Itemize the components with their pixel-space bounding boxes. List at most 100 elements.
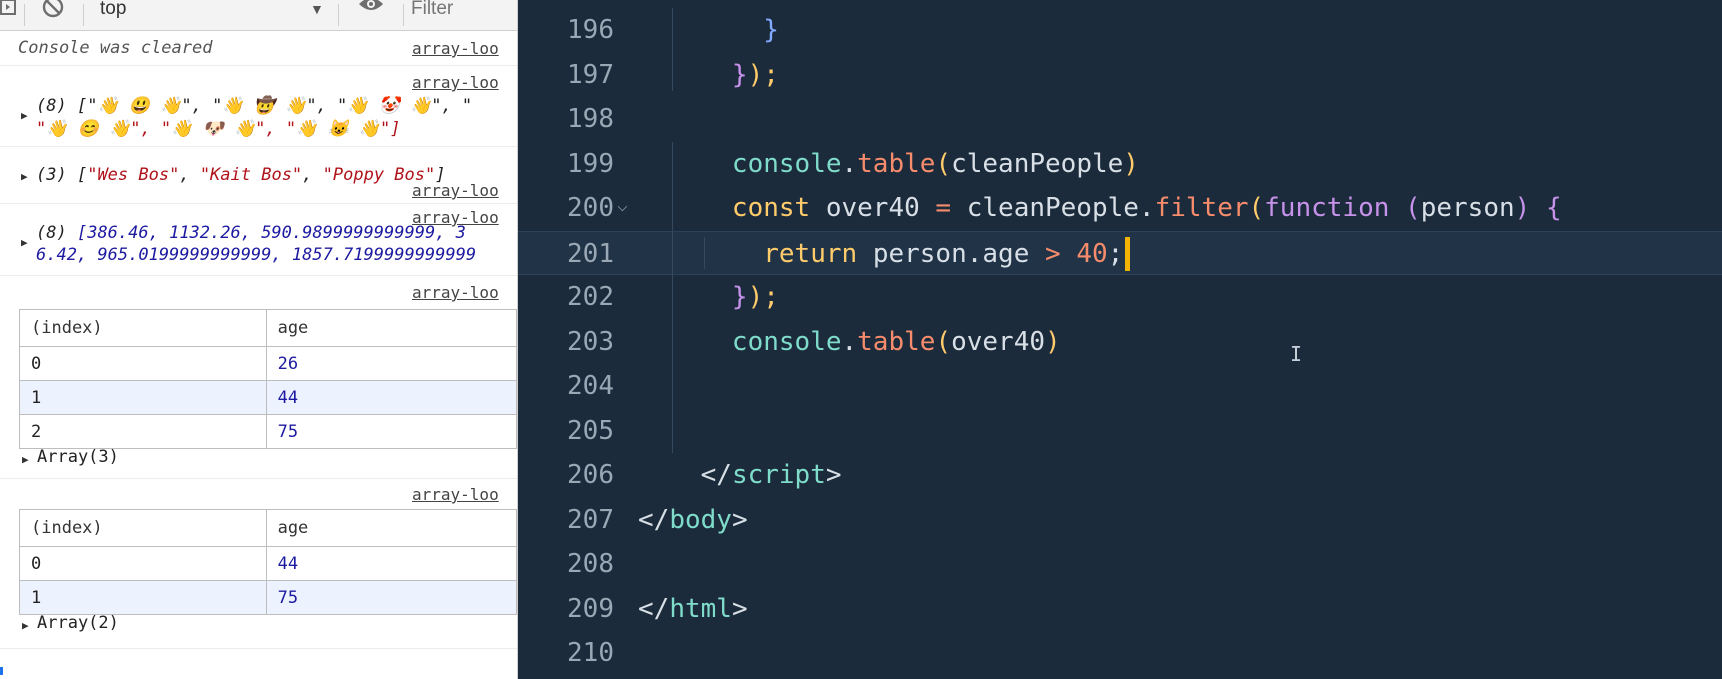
line-number: 198	[567, 104, 614, 134]
code-text: const over40 = cleanPeople.filter(functi…	[638, 186, 1562, 230]
source-link[interactable]: array-loo	[412, 485, 517, 504]
code-line-203[interactable]: 203 console.table(over40)	[518, 320, 1722, 364]
line-number: 210	[567, 638, 614, 668]
code-token: person	[1420, 193, 1515, 223]
cleared-message-text: Console was cleared	[18, 38, 213, 58]
console-toolbar: top ▼	[0, 0, 517, 31]
console-table-entry-2: array-loo (index) age 0 44 1 75 ▶ Array(…	[0, 479, 517, 649]
console-filter-input[interactable]	[411, 0, 517, 20]
code-token: }	[763, 15, 779, 45]
code-text: </script>	[638, 453, 842, 497]
code-line-204[interactable]: 204	[518, 364, 1722, 408]
code-token: 40	[1076, 238, 1108, 269]
line-number: 197	[567, 59, 614, 90]
array-preview-line: (8) ["👋 😃 👋", "👋 🤠 👋", "👋 🤡 👋", "	[36, 96, 472, 116]
array-summary[interactable]: Array(3)	[37, 447, 119, 467]
code-token: </	[638, 504, 670, 535]
line-number: 208	[567, 549, 614, 579]
console-message-cleared: Console was cleared array-loo	[0, 31, 517, 66]
code-token: >	[731, 593, 748, 624]
code-line-202[interactable]: 202 });	[518, 275, 1722, 319]
console-message-numbers-array[interactable]: array-loo ▶ (8) [386.46, 1132.26, 590.98…	[0, 204, 517, 276]
code-token: >	[1045, 238, 1077, 269]
code-line-209[interactable]: 209 </html>	[518, 587, 1722, 631]
indent-guide	[704, 236, 705, 269]
code-token: )	[1045, 326, 1061, 357]
table-row: 1 44	[19, 380, 517, 415]
array-summary[interactable]: Array(2)	[37, 613, 119, 633]
expand-triangle-icon[interactable]: ▶	[21, 109, 28, 122]
table-cell-index: 0	[19, 346, 267, 381]
source-link[interactable]: array-loo	[412, 73, 517, 92]
array-count: (8)	[36, 96, 67, 116]
code-token: }	[731, 59, 748, 90]
code-text: return person.age > 40;	[638, 232, 1131, 276]
code-line-196[interactable]: 196 }	[518, 8, 1722, 52]
code-token: return	[763, 238, 873, 269]
expand-triangle-icon[interactable]: ▶	[21, 236, 28, 249]
table-header-age[interactable]: age	[265, 509, 517, 547]
context-selector[interactable]: top ▼	[100, 0, 324, 20]
table-header-index[interactable]: (index)	[19, 309, 267, 347]
expand-triangle-icon[interactable]: ▶	[21, 170, 28, 183]
code-line-199[interactable]: 199 console.table(cleanPeople)	[518, 142, 1722, 186]
table-cell-index: 1	[19, 580, 267, 615]
code-line-197[interactable]: 197 });	[518, 53, 1722, 97]
table-cell-index: 1	[19, 380, 267, 415]
code-token: cleanPeople	[951, 148, 1124, 179]
array-items-line-1: [386.46, 1132.26, 590.9899999999999, 3	[76, 223, 466, 243]
table-row: 1 75	[19, 580, 517, 615]
code-token: .	[841, 148, 858, 179]
array-items-line-2: "👋 😊 👋", "👋 🐶 👋", "👋 😺 👋"]	[36, 119, 401, 139]
table-cell-age: 44	[265, 380, 517, 415]
source-link[interactable]: array-loo	[412, 283, 517, 302]
text-caret	[1125, 237, 1131, 271]
code-token: {	[1545, 193, 1562, 223]
code-text: console.table(cleanPeople)	[638, 142, 1139, 186]
code-line-200[interactable]: 200 ⌵ const over40 = cleanPeople.filter(f…	[518, 186, 1722, 230]
code-line-198[interactable]: 198	[518, 97, 1722, 141]
code-token: (	[935, 326, 952, 357]
code-token: >	[825, 460, 842, 490]
code-token: )	[1123, 148, 1139, 179]
line-number: 196	[567, 15, 614, 45]
code-token: </	[700, 460, 732, 490]
table-header-age[interactable]: age	[265, 309, 517, 347]
table-header-index[interactable]: (index)	[19, 509, 267, 547]
code-line-201[interactable]: 201 return person.age > 40;	[518, 230, 1722, 276]
sidebar-toggle-icon[interactable]	[0, 0, 16, 18]
array-count: (3)	[36, 165, 67, 185]
code-token: cleanPeople	[966, 193, 1139, 223]
line-number: 205	[567, 415, 614, 446]
code-line-205[interactable]: 205	[518, 409, 1722, 453]
table-cell-age: 44	[265, 546, 517, 581]
code-token: );	[747, 282, 779, 312]
line-number: 206	[567, 460, 614, 490]
array-items-line-1: ["👋 😃 👋", "👋 🤠 👋", "👋 🤡 👋", "	[76, 96, 473, 116]
console-prompt-caret[interactable]	[0, 667, 3, 675]
code-line-210[interactable]: 210	[518, 631, 1722, 675]
code-line-208[interactable]: 208	[518, 542, 1722, 586]
console-message-emoji-array[interactable]: array-loo ▶ (8) ["👋 😃 👋", "👋 🤠 👋", "👋 🤡 …	[0, 66, 517, 147]
fold-chevron-icon[interactable]: ⌵	[617, 195, 628, 216]
code-line-206[interactable]: 206 </script>	[518, 453, 1722, 497]
code-token: }	[731, 282, 748, 312]
source-link[interactable]: array-loo	[412, 39, 517, 58]
code-token: over40	[951, 326, 1046, 357]
code-text: </html>	[638, 587, 748, 631]
code-token: </	[638, 593, 670, 624]
code-editor[interactable]: 196 } 197 }); 198 199 console.table(cleanPe…	[518, 0, 1722, 679]
code-text: });	[638, 53, 779, 97]
clear-console-icon[interactable]	[41, 0, 65, 19]
code-line-207[interactable]: 207 </body>	[518, 498, 1722, 542]
line-number: 203	[567, 326, 614, 357]
expand-triangle-icon[interactable]: ▶	[22, 453, 29, 466]
live-expression-eye-icon[interactable]	[357, 0, 385, 14]
table-header-row: (index) age	[19, 309, 517, 347]
console-message-names-array[interactable]: array-loo ▶ (3) ["Wes Bos", "Kait Bos", …	[0, 147, 517, 204]
expand-triangle-icon[interactable]: ▶	[22, 619, 29, 632]
indent-guide	[672, 141, 673, 453]
